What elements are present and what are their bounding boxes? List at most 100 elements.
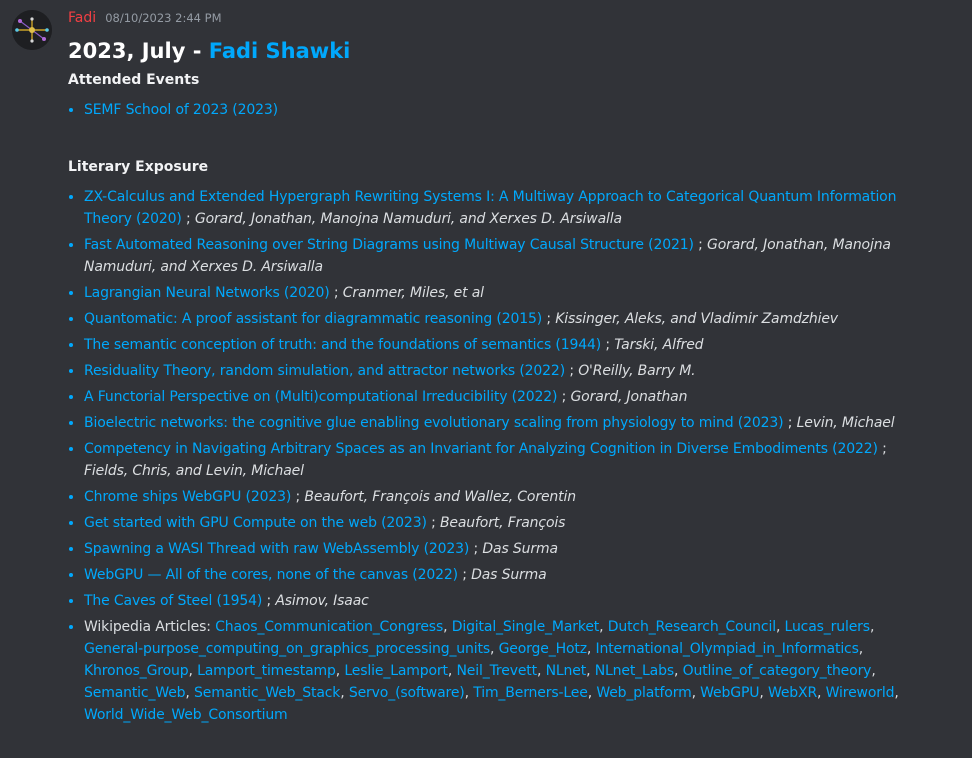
literature-item: Lagrangian Neural Networks (2020) ; Cran… (84, 282, 932, 304)
literature-authors: Gorard, Jonathan (570, 389, 688, 405)
wikipedia-separator: , (599, 619, 608, 635)
literature-link[interactable]: Lagrangian Neural Networks (2020) (84, 285, 330, 301)
literature-separator: ; (877, 441, 887, 457)
literature-link[interactable]: Residuality Theory, random simulation, a… (84, 363, 565, 379)
wikipedia-link[interactable]: Lamport_timestamp (197, 663, 336, 679)
literature-link[interactable]: Chrome ships WebGPU (2023) (84, 489, 291, 505)
wikipedia-link[interactable]: Dutch_Research_Council (608, 619, 776, 635)
literature-link[interactable]: Fast Automated Reasoning over String Dia… (84, 237, 694, 253)
wikipedia-link[interactable]: WebGPU (700, 685, 759, 701)
wikipedia-link[interactable]: George_Hotz (499, 641, 587, 657)
literature-list: ZX-Calculus and Extended Hypergraph Rewr… (68, 186, 932, 726)
literature-item: Spawning a WASI Thread with raw WebAssem… (84, 538, 932, 560)
wikipedia-separator: , (817, 685, 826, 701)
wikipedia-link[interactable]: Digital_Single_Market (452, 619, 600, 635)
literature-link[interactable]: Bioelectric networks: the cognitive glue… (84, 415, 784, 431)
wikipedia-link[interactable]: WebXR (768, 685, 817, 701)
literature-item: Quantomatic: A proof assistant for diagr… (84, 308, 932, 330)
literature-separator: ; (542, 311, 556, 327)
wikipedia-link[interactable]: NLnet_Labs (595, 663, 674, 679)
literature-item: Competency in Navigating Arbitrary Space… (84, 438, 932, 482)
wikipedia-separator: , (759, 685, 768, 701)
literature-separator: ; (329, 285, 343, 301)
wikipedia-separator: , (691, 685, 701, 701)
message-header: Fadi 08/10/2023 2:44 PM (68, 6, 932, 28)
wikipedia-link[interactable]: Outline_of_category_theory (683, 663, 872, 679)
literature-separator: ; (262, 593, 276, 609)
wikipedia-link[interactable]: Khronos_Group (84, 663, 189, 679)
wikipedia-link[interactable]: Lucas_rulers (785, 619, 871, 635)
literature-item: Residuality Theory, random simulation, a… (84, 360, 932, 382)
literature-separator: ; (693, 237, 708, 253)
wikipedia-separator: , (586, 663, 595, 679)
wikipedia-separator: , (185, 685, 194, 701)
wikipedia-separator: , (443, 619, 452, 635)
literature-authors: Gorard, Jonathan, Manojna Namuduri, and … (194, 211, 622, 227)
attended-events-heading: Attended Events (68, 72, 200, 88)
literature-separator: ; (457, 567, 472, 583)
literature-link[interactable]: The Caves of Steel (1954) (84, 593, 262, 609)
literature-authors: Levin, Michael (796, 415, 895, 431)
literature-authors: Beaufort, François and Wallez, Corentin (304, 489, 576, 505)
wikipedia-articles-item: Wikipedia Articles: Chaos_Communication_… (84, 616, 932, 726)
wikipedia-link[interactable]: International_Olympiad_in_Informatics (596, 641, 859, 657)
avatar[interactable] (12, 10, 52, 50)
wikipedia-link[interactable]: Semantic_Web (84, 685, 186, 701)
wikipedia-separator: , (489, 641, 499, 657)
literature-link[interactable]: Quantomatic: A proof assistant for diagr… (84, 311, 542, 327)
literature-item: A Functorial Perspective on (Multi)compu… (84, 386, 932, 408)
wikipedia-separator: , (536, 663, 546, 679)
event-item: SEMF School of 2023 (2023) (84, 99, 932, 121)
wikipedia-separator: , (858, 641, 864, 657)
author-name[interactable]: Fadi (68, 10, 96, 26)
literature-link[interactable]: The semantic conception of truth: and th… (84, 337, 601, 353)
wikipedia-link[interactable]: Neil_Trevett (456, 663, 537, 679)
literature-link[interactable]: Competency in Navigating Arbitrary Space… (84, 441, 878, 457)
literature-link[interactable]: Get started with GPU Compute on the web … (84, 515, 427, 531)
wikipedia-link[interactable]: NLnet (546, 663, 587, 679)
wikipedia-link[interactable]: Tim_Berners-Lee (473, 685, 588, 701)
title-prefix: 2023, July - (68, 39, 209, 63)
literature-authors: Das Surma (482, 541, 558, 557)
wikipedia-separator: , (894, 685, 899, 701)
literature-item: Get started with GPU Compute on the web … (84, 512, 932, 534)
literary-exposure-heading: Literary Exposure (68, 159, 209, 175)
title-link[interactable]: Fadi Shawki (209, 39, 351, 63)
wikipedia-separator: , (869, 619, 875, 635)
events-list: SEMF School of 2023 (2023) (68, 99, 932, 121)
literature-link[interactable]: Spawning a WASI Thread with raw WebAssem… (84, 541, 469, 557)
literature-authors: Asimov, Isaac (275, 593, 369, 609)
wikipedia-link[interactable]: Servo_(software) (349, 685, 465, 701)
event-link[interactable]: SEMF School of 2023 (2023) (84, 102, 278, 118)
literature-item: Chrome ships WebGPU (2023) ; Beaufort, F… (84, 486, 932, 508)
wikipedia-link[interactable]: Leslie_Lamport (344, 663, 448, 679)
message-timestamp[interactable]: 08/10/2023 2:44 PM (105, 11, 221, 25)
literature-authors: Fields, Chris, and Levin, Michael (84, 463, 304, 479)
literature-link[interactable]: A Functorial Perspective on (Multi)compu… (84, 389, 557, 405)
literature-item: The semantic conception of truth: and th… (84, 334, 932, 356)
wikipedia-separator: , (188, 663, 198, 679)
wikipedia-link[interactable]: Semantic_Web_Stack (194, 685, 340, 701)
literature-separator: ; (783, 415, 797, 431)
literature-item: Bioelectric networks: the cognitive glue… (84, 412, 932, 434)
literature-authors: Kissinger, Aleks, and Vladimir Zamdzhiev (555, 311, 838, 327)
wikipedia-separator: , (674, 663, 683, 679)
literature-authors: O'Reilly, Barry M. (578, 363, 696, 379)
literature-authors: Tarski, Alfred (614, 337, 704, 353)
literature-item: WebGPU — All of the cores, none of the c… (84, 564, 932, 586)
wikipedia-link[interactable]: Web_platform (596, 685, 691, 701)
literature-separator: ; (565, 363, 579, 379)
literature-link[interactable]: WebGPU — All of the cores, none of the c… (84, 567, 458, 583)
wikipedia-link[interactable]: World_Wide_Web_Consortium (84, 707, 288, 723)
wikipedia-label: Wikipedia Articles: (84, 619, 216, 635)
wikipedia-separator: , (586, 641, 596, 657)
wikipedia-separator: , (775, 619, 785, 635)
literature-authors: Beaufort, François (439, 515, 566, 531)
wikipedia-link[interactable]: Chaos_Communication_Congress (215, 619, 443, 635)
wikipedia-link[interactable]: Wireworld (826, 685, 895, 701)
message-title: 2023, July - Fadi Shawki (68, 36, 932, 66)
literature-separator: ; (291, 489, 305, 505)
literature-separator: ; (469, 541, 483, 557)
wikipedia-link[interactable]: General-purpose_computing_on_graphics_pr… (84, 641, 490, 657)
wikipedia-separator: , (871, 663, 876, 679)
